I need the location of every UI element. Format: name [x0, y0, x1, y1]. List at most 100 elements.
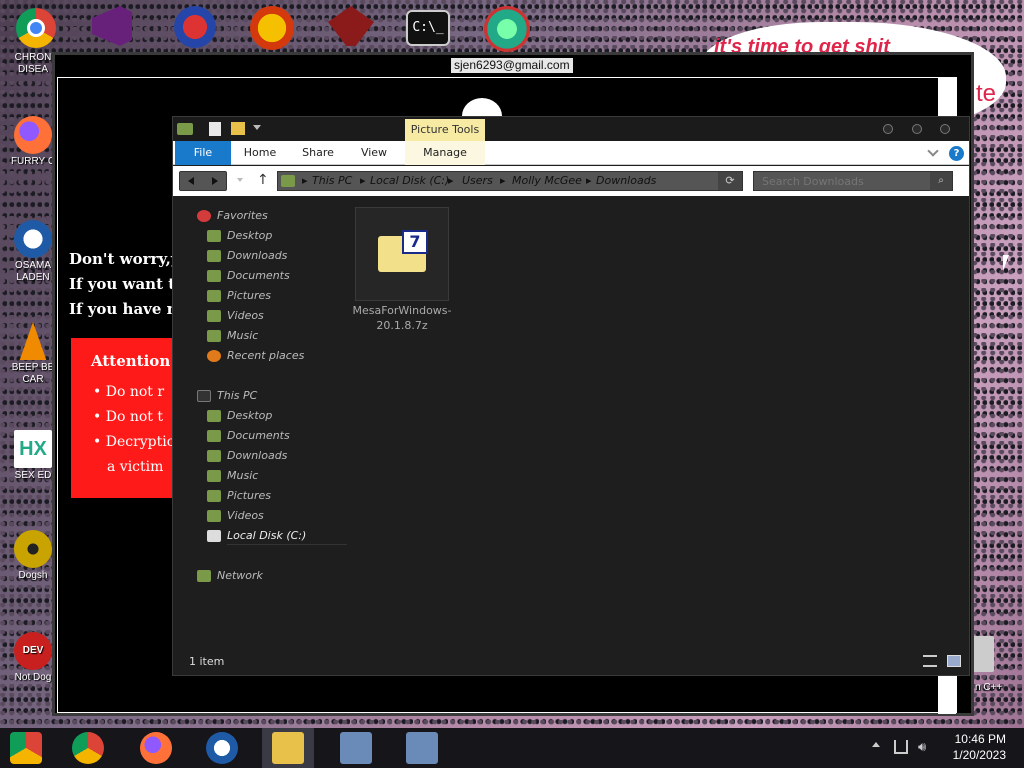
search-icon[interactable]: ⌕ — [930, 172, 952, 190]
disc-icon — [14, 530, 52, 568]
start-button[interactable] — [10, 732, 42, 764]
tab-file[interactable]: File — [175, 141, 231, 165]
breadcrumb-this-pc[interactable]: This PC — [312, 172, 352, 190]
nav-fav-downloads[interactable]: Downloads — [207, 247, 287, 265]
desktop-folder-icon — [207, 410, 221, 422]
nav-fav-pictures[interactable]: Pictures — [207, 287, 271, 305]
nav-favorites[interactable]: Favorites — [197, 207, 268, 225]
crumb-separator: ▸ — [302, 174, 308, 187]
tab-home[interactable]: Home — [235, 141, 285, 165]
hard-drive-icon — [207, 530, 221, 542]
nav-fav-desktop[interactable]: Desktop — [207, 227, 272, 245]
nav-fav-recent[interactable]: Recent places — [207, 347, 304, 365]
clock-date: 1/20/2023 — [952, 748, 1006, 762]
nav-pc-local-disk[interactable]: Local Disk (C:) — [207, 527, 347, 545]
hx-icon: HX — [14, 430, 52, 468]
installer-taskbar-icon-2[interactable] — [406, 732, 438, 764]
downloads-folder-icon — [207, 450, 221, 462]
nav-fav-documents[interactable]: Documents — [207, 267, 290, 285]
desktop-icon-label: CHRON DISEA — [14, 52, 52, 75]
crumb-separator: ▸ — [360, 174, 366, 187]
cmd-icon[interactable]: C:\_ — [406, 10, 450, 46]
attention-box: Attention! • Do not r • Do not t • Decry… — [71, 338, 181, 498]
breadcrumb-users[interactable]: Users — [462, 172, 493, 190]
back-arrow-icon[interactable] — [188, 177, 194, 185]
chrome-icon[interactable] — [16, 8, 56, 48]
computer-icon — [197, 390, 211, 402]
nav-pc-downloads[interactable]: Downloads — [207, 447, 287, 465]
nav-pc-videos[interactable]: Videos — [207, 507, 264, 525]
nav-pc-pictures[interactable]: Pictures — [207, 487, 271, 505]
breadcrumb-downloads[interactable]: Downloads — [596, 172, 656, 190]
ransom-titlebar: sjen6293@gmail.com — [55, 55, 971, 77]
taskbar: 🔊︎ 10:46 PM 1/20/2023 — [0, 728, 1024, 768]
obama-logo-icon — [14, 220, 52, 258]
crumb-separator: ▸ — [500, 174, 506, 187]
item-count: 1 item — [189, 655, 225, 668]
ransom-line-2: If you want to — [69, 275, 186, 293]
recent-locations-dropdown-icon[interactable] — [237, 178, 243, 182]
up-arrow-icon[interactable]: ↑ — [257, 172, 269, 188]
nav-fav-music[interactable]: Music — [207, 327, 258, 345]
banner-text-2: te — [976, 80, 997, 107]
maximize-button[interactable] — [912, 124, 922, 134]
firefox-taskbar-icon[interactable] — [140, 732, 172, 764]
properties-icon[interactable] — [209, 122, 221, 136]
tab-share[interactable]: Share — [293, 141, 343, 165]
desktop-icon-label: Dogsh — [18, 570, 48, 581]
chrome-taskbar-icon[interactable] — [72, 732, 104, 764]
status-bar: 1 item — [173, 651, 969, 675]
close-button[interactable] — [940, 124, 950, 134]
quick-access-dropdown-icon[interactable] — [253, 125, 261, 130]
attention-item: a victim — [107, 459, 164, 475]
ribbon-expand-icon[interactable] — [927, 145, 939, 157]
nav-network[interactable]: Network — [197, 567, 263, 585]
help-icon[interactable]: ? — [949, 146, 964, 161]
search-box[interactable]: ⌕ — [753, 171, 953, 191]
show-hidden-icons[interactable] — [872, 742, 880, 747]
firefox-icon — [14, 116, 52, 154]
refresh-icon[interactable]: ⟳ — [718, 172, 742, 190]
new-folder-icon[interactable] — [231, 122, 245, 135]
ball-character-icon[interactable] — [484, 6, 530, 52]
obama-taskbar-icon[interactable] — [206, 732, 238, 764]
nav-pc-desktop[interactable]: Desktop — [207, 407, 272, 425]
installer-taskbar-icon-1[interactable] — [340, 732, 372, 764]
network-tray-icon[interactable] — [894, 740, 908, 754]
search-input[interactable] — [754, 172, 929, 190]
recent-places-icon — [207, 350, 221, 362]
minimize-button[interactable] — [883, 124, 893, 134]
address-bar-row: ↑ ▸ This PC ▸ Local Disk (C:) ▸ Users ▸ … — [173, 166, 969, 196]
details-view-icon[interactable] — [923, 655, 937, 667]
nav-pc-documents[interactable]: Documents — [207, 427, 290, 445]
volume-icon[interactable]: 🔊︎ — [918, 740, 926, 755]
large-icons-view-icon[interactable] — [947, 655, 961, 667]
visual-studio-icon[interactable] — [92, 6, 132, 46]
attention-item: • Decryptio — [93, 434, 176, 450]
game-icon-p[interactable] — [250, 6, 294, 50]
folder-location-icon — [281, 175, 295, 187]
nav-fav-videos[interactable]: Videos — [207, 307, 264, 325]
vlc-cone-icon — [19, 322, 47, 360]
breadcrumb-local-disk[interactable]: Local Disk (C:) — [370, 172, 449, 190]
crumb-separator: ▸ — [586, 174, 592, 187]
devcpp-icon: DEV — [14, 632, 52, 670]
red-bird-icon[interactable] — [328, 6, 374, 46]
address-box[interactable]: ▸ This PC ▸ Local Disk (C:) ▸ Users ▸ Mo… — [277, 171, 743, 191]
file-explorer-taskbar-icon[interactable] — [272, 732, 304, 764]
clock[interactable]: 10:46 PM 1/20/2023 — [953, 731, 1006, 763]
nav-this-pc[interactable]: This PC — [197, 387, 257, 405]
tab-view[interactable]: View — [349, 141, 399, 165]
file-item[interactable]: 7 — [355, 207, 449, 301]
tab-manage[interactable]: Manage — [405, 141, 485, 165]
folder-quick-icon[interactable] — [177, 123, 193, 135]
clock-time: 10:46 PM — [954, 732, 1006, 746]
breadcrumb-user[interactable]: Molly McGee — [512, 172, 582, 190]
game-icon-2[interactable] — [174, 6, 216, 48]
nav-pc-music[interactable]: Music — [207, 467, 258, 485]
back-forward-buttons[interactable] — [179, 171, 227, 191]
pictures-folder-icon — [207, 290, 221, 302]
explorer-titlebar[interactable]: Picture Tools — [173, 117, 969, 141]
pictures-folder-icon — [207, 490, 221, 502]
forward-arrow-icon[interactable] — [212, 177, 218, 185]
